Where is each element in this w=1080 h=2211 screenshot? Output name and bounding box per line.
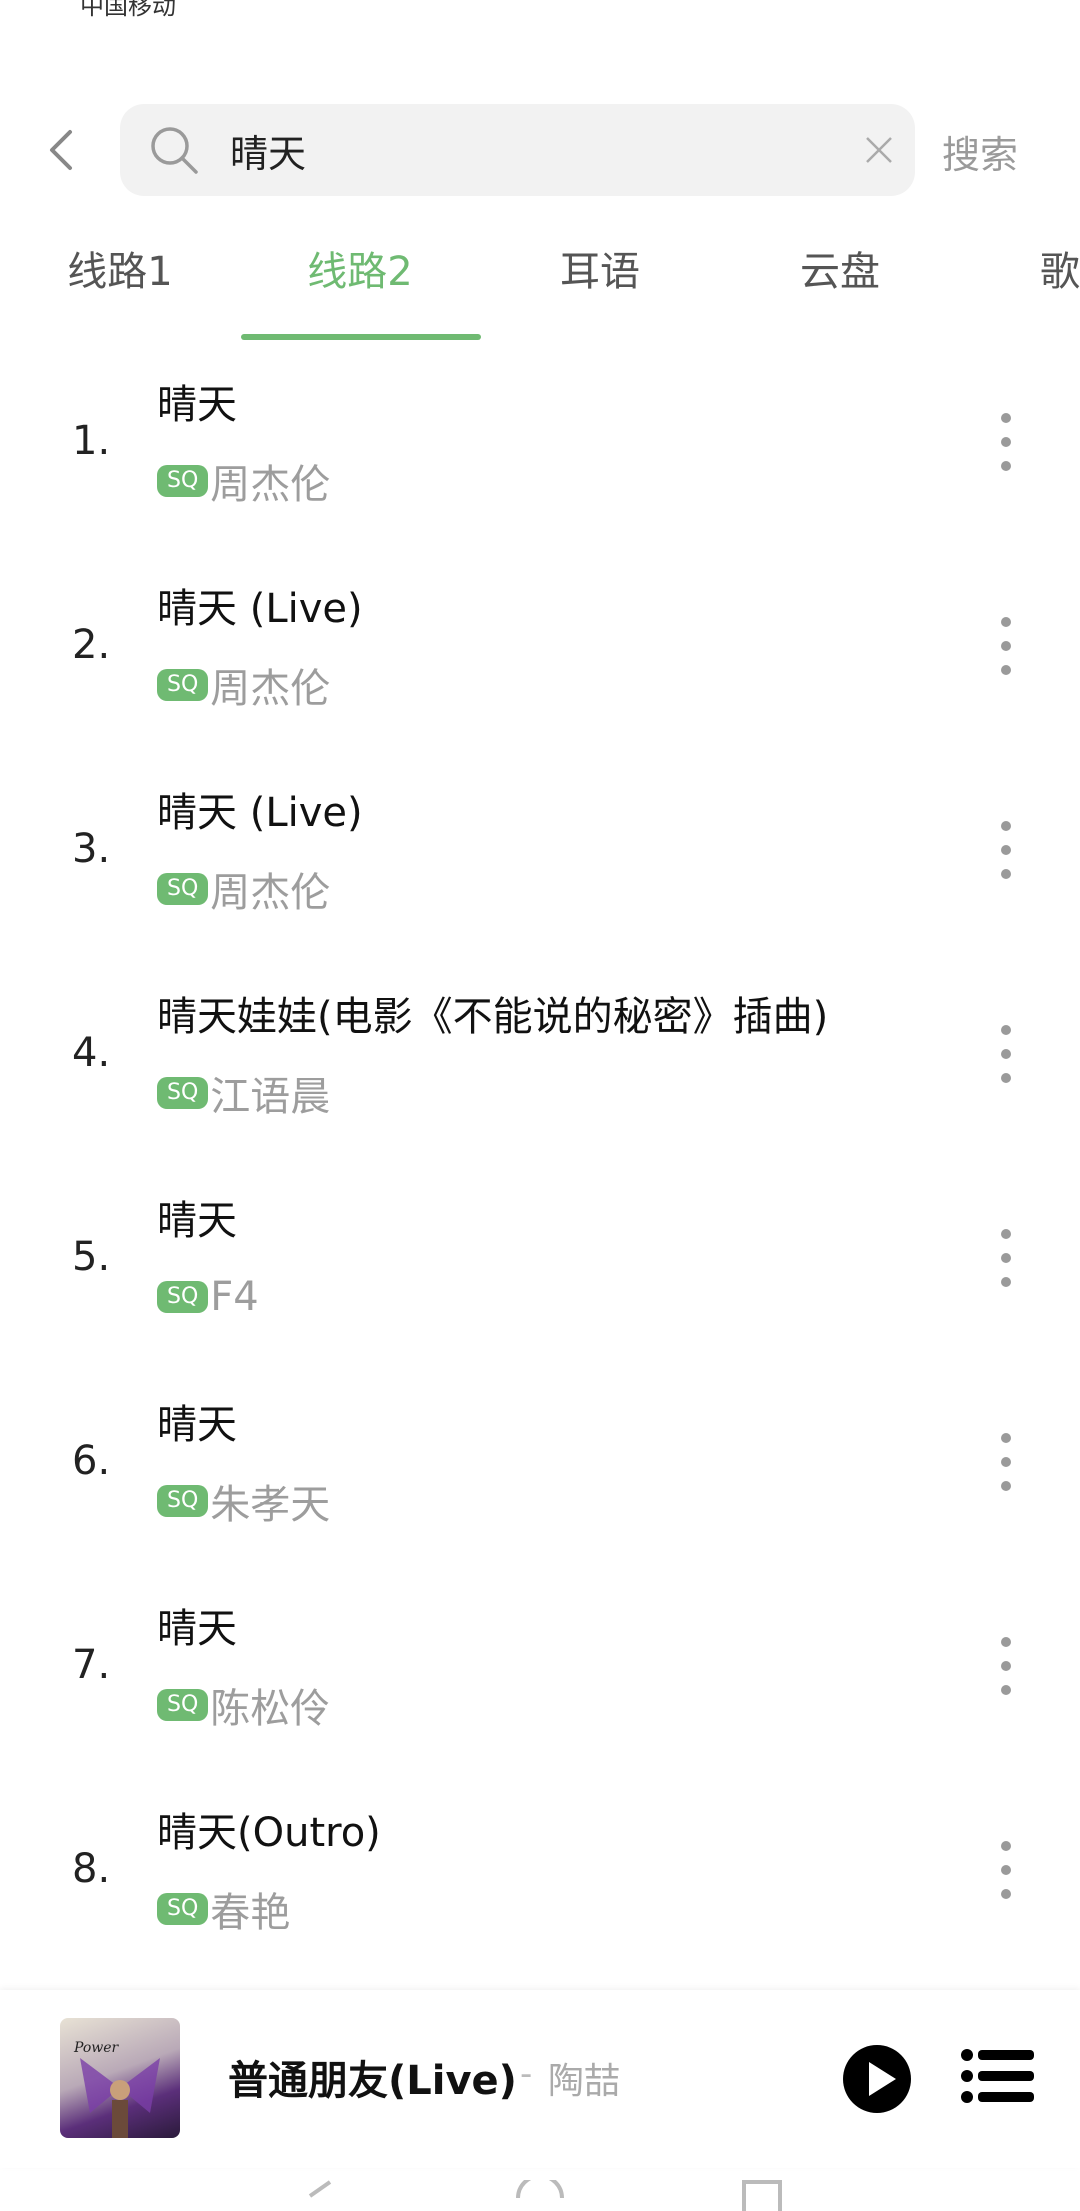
search-button[interactable]: 搜索 [942,124,1018,179]
artist-name: 周杰伦 [210,870,331,916]
list-item[interactable]: 5. 晴天 SQ F4 [0,1156,1080,1360]
source-tabs: 线路1 线路2 耳语 云盘 歌曲 [0,236,1080,340]
song-title: 晴天 [157,1606,237,1652]
more-vertical-icon[interactable] [992,1634,1020,1698]
result-index: 5. [72,1234,111,1280]
song-meta: SQ 周杰伦 [157,866,330,916]
system-nav-icons [308,2180,782,2211]
song-title: 晴天 (Live) [157,790,363,836]
song-title: 晴天 [157,1402,237,1448]
quality-badge: SQ [157,873,209,905]
song-title: 晴天(Outro) [157,1810,381,1856]
artist-name: 春艳 [210,1890,291,1936]
search-header: 搜索 [0,104,1080,196]
song-meta: SQ 周杰伦 [157,458,330,508]
list-item[interactable]: 8. 晴天(Outro) SQ 春艳 [0,1768,1080,1972]
more-vertical-icon[interactable] [992,1226,1020,1290]
album-art-image: Power [73,2040,160,2138]
tab-cloud-disk[interactable]: 云盘 [720,236,960,340]
song-title: 晴天娃娃(电影《不能说的秘密》插曲) [157,994,829,1040]
carrier-label: 中国移动 [80,0,176,20]
quality-badge: SQ [157,1893,209,1925]
artist-name: F4 [210,1274,259,1320]
song-title: 晴天 (Live) [157,586,363,632]
now-playing-artist: 陶喆 [548,2061,621,2102]
tab-route-2[interactable]: 线路2 [240,236,480,340]
song-meta: SQ 陈松伶 [157,1682,330,1732]
tab-route-1[interactable]: 线路1 [0,236,240,340]
artist-name: 江语晨 [210,1074,331,1120]
song-meta: SQ 春艳 [157,1886,290,1936]
mini-player[interactable]: Power 普通朋友(Live) - 陶喆 [0,1990,1080,2168]
more-vertical-icon[interactable] [992,818,1020,882]
artist-name: 周杰伦 [210,666,331,712]
play-icon[interactable] [842,2044,912,2114]
chevron-left-icon [50,130,72,170]
list-item[interactable]: 7. 晴天 SQ 陈松伶 [0,1564,1080,1768]
back-button[interactable] [40,126,80,174]
song-meta: SQ F4 [157,1274,259,1320]
quality-badge: SQ [157,1281,209,1313]
artist-name: 周杰伦 [210,462,331,508]
artist-name: 陈松伶 [210,1686,331,1732]
artist-name: 朱孝天 [210,1482,331,1528]
list-item[interactable]: 2. 晴天 (Live) SQ 周杰伦 [0,544,1080,748]
svg-text:Power: Power [73,2040,120,2056]
search-box[interactable] [120,104,915,196]
more-vertical-icon[interactable] [992,1838,1020,1902]
song-meta: SQ 周杰伦 [157,662,330,712]
close-icon[interactable] [863,134,895,166]
system-nav-bar [0,2180,1080,2211]
song-title: 晴天 [157,382,237,428]
more-vertical-icon[interactable] [992,1430,1020,1494]
more-vertical-icon[interactable] [992,614,1020,678]
result-index: 8. [72,1846,111,1892]
list-item[interactable]: 3. 晴天 (Live) SQ 周杰伦 [0,748,1080,952]
quality-badge: SQ [157,1077,209,1109]
result-index: 3. [72,826,111,872]
status-bar: 中国移动 [0,0,1080,60]
album-cover[interactable]: Power [60,2018,180,2138]
tab-songs[interactable]: 歌曲 [960,236,1080,340]
result-index: 1. [72,418,111,464]
result-index: 4. [72,1030,111,1076]
now-playing-title: 普通朋友(Live) [228,2058,517,2104]
more-vertical-icon[interactable] [992,410,1020,474]
quality-badge: SQ [157,1485,209,1517]
quality-badge: SQ [157,1689,209,1721]
result-index: 7. [72,1642,111,1688]
tab-whisper[interactable]: 耳语 [480,236,720,340]
list-item[interactable]: 1. 晴天 SQ 周杰伦 [0,340,1080,544]
quality-badge: SQ [157,669,209,701]
song-meta: SQ 江语晨 [157,1070,330,1120]
song-meta: SQ 朱孝天 [157,1478,330,1528]
quality-badge: SQ [157,465,209,497]
result-index: 2. [72,622,111,668]
more-vertical-icon[interactable] [992,1022,1020,1086]
search-icon [151,127,198,174]
now-playing-separator: - [520,2054,533,2094]
playlist-icon[interactable] [960,2048,1034,2104]
list-item[interactable]: 6. 晴天 SQ 朱孝天 [0,1360,1080,1564]
result-index: 6. [72,1438,111,1484]
search-input[interactable] [230,104,830,196]
song-title: 晴天 [157,1198,237,1244]
list-item[interactable]: 4. 晴天娃娃(电影《不能说的秘密》插曲) SQ 江语晨 [0,952,1080,1156]
